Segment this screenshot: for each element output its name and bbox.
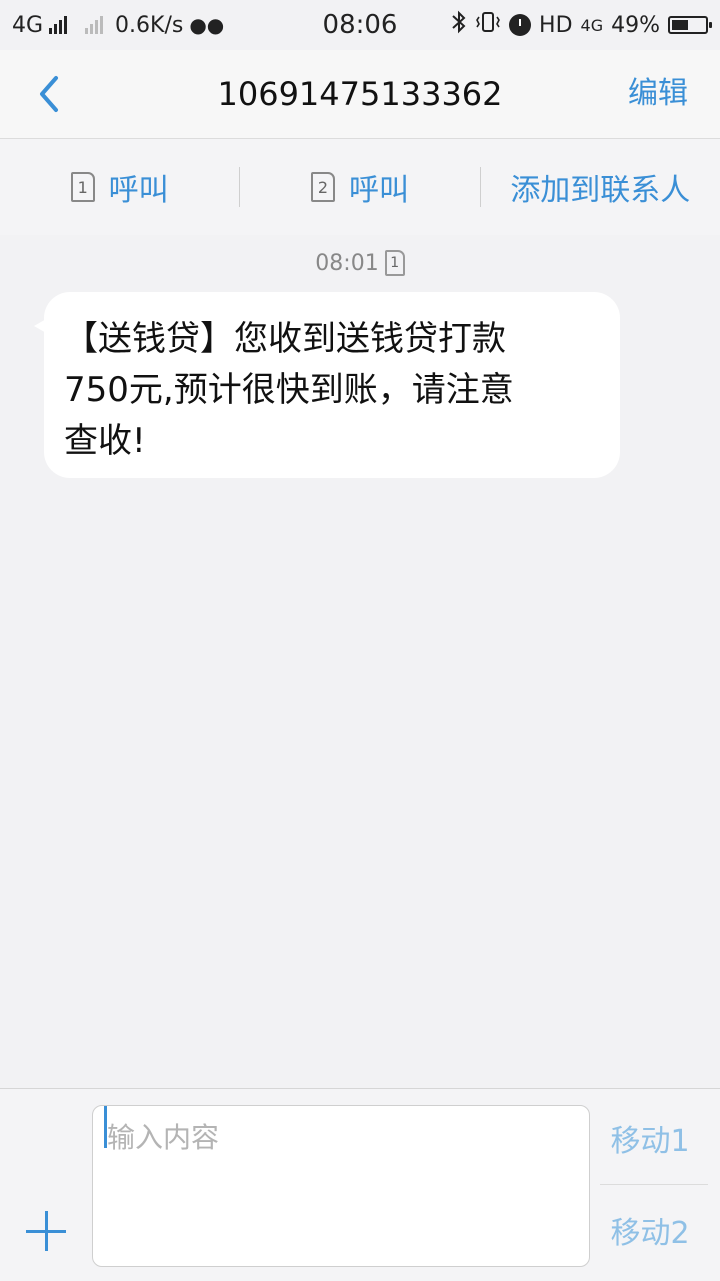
add-attachment-button[interactable] [26, 1211, 66, 1251]
clock: 08:06 [322, 10, 398, 40]
bluetooth-icon [451, 10, 467, 40]
conversation-header: 10691475133362 编辑 [0, 50, 720, 139]
message-line: 【送钱贷】您收到送钱贷打款 [64, 319, 506, 359]
status-right: HD 4G 49% [451, 0, 712, 50]
network-type-2-label: 4G [580, 15, 604, 35]
network-type-label: 4G [12, 12, 44, 38]
signal-strength-sim2-icon [85, 16, 104, 34]
send-sim1-button[interactable]: 移动1 [600, 1116, 700, 1160]
edit-button[interactable]: 编辑 [628, 50, 688, 138]
status-left: 4G 0.6K/s ●● [12, 0, 224, 50]
call-sim1-label: 呼叫 [108, 173, 169, 208]
message-timestamp: 08:01 1 [0, 248, 720, 278]
chevron-left-icon [40, 76, 58, 112]
add-to-contacts-button[interactable]: 添加到联系人 [481, 139, 720, 235]
timestamp-text: 08:01 [315, 250, 379, 276]
action-bar: 1 呼叫 2 呼叫 添加到联系人 [0, 139, 720, 235]
message-bubble[interactable]: 【送钱贷】您收到送钱贷打款 750元,预计很快到账，请注意 查收! [44, 292, 620, 478]
battery-percent: 49% [611, 12, 660, 38]
text-cursor [104, 1106, 107, 1148]
sim-card-1-icon: 1 [384, 250, 405, 276]
page-title: 10691475133362 [217, 75, 503, 113]
send-sim2-button[interactable]: 移动2 [600, 1208, 700, 1252]
call-sim1-button[interactable]: 1 呼叫 [0, 139, 239, 235]
sim-card-1-icon: 1 [70, 172, 95, 202]
divider [600, 1184, 708, 1185]
vibrate-icon [475, 10, 501, 40]
signal-strength-icon [49, 16, 68, 34]
alarm-icon [509, 14, 532, 36]
wechat-icon: ●● [189, 13, 225, 37]
message-input[interactable] [92, 1105, 590, 1267]
back-button[interactable] [30, 72, 70, 116]
sim-card-2-icon: 2 [310, 172, 335, 202]
hd-label: HD [539, 12, 573, 38]
call-sim2-button[interactable]: 2 呼叫 [240, 139, 479, 235]
message-line: 查收! [64, 421, 146, 461]
network-speed: 0.6K/s [115, 12, 184, 38]
status-bar: 4G 0.6K/s ●● 08:06 HD 4G 49% [0, 0, 720, 50]
message-line: 750元,预计很快到账，请注意 [64, 370, 514, 410]
call-sim2-label: 呼叫 [348, 173, 409, 208]
battery-icon [668, 16, 712, 34]
